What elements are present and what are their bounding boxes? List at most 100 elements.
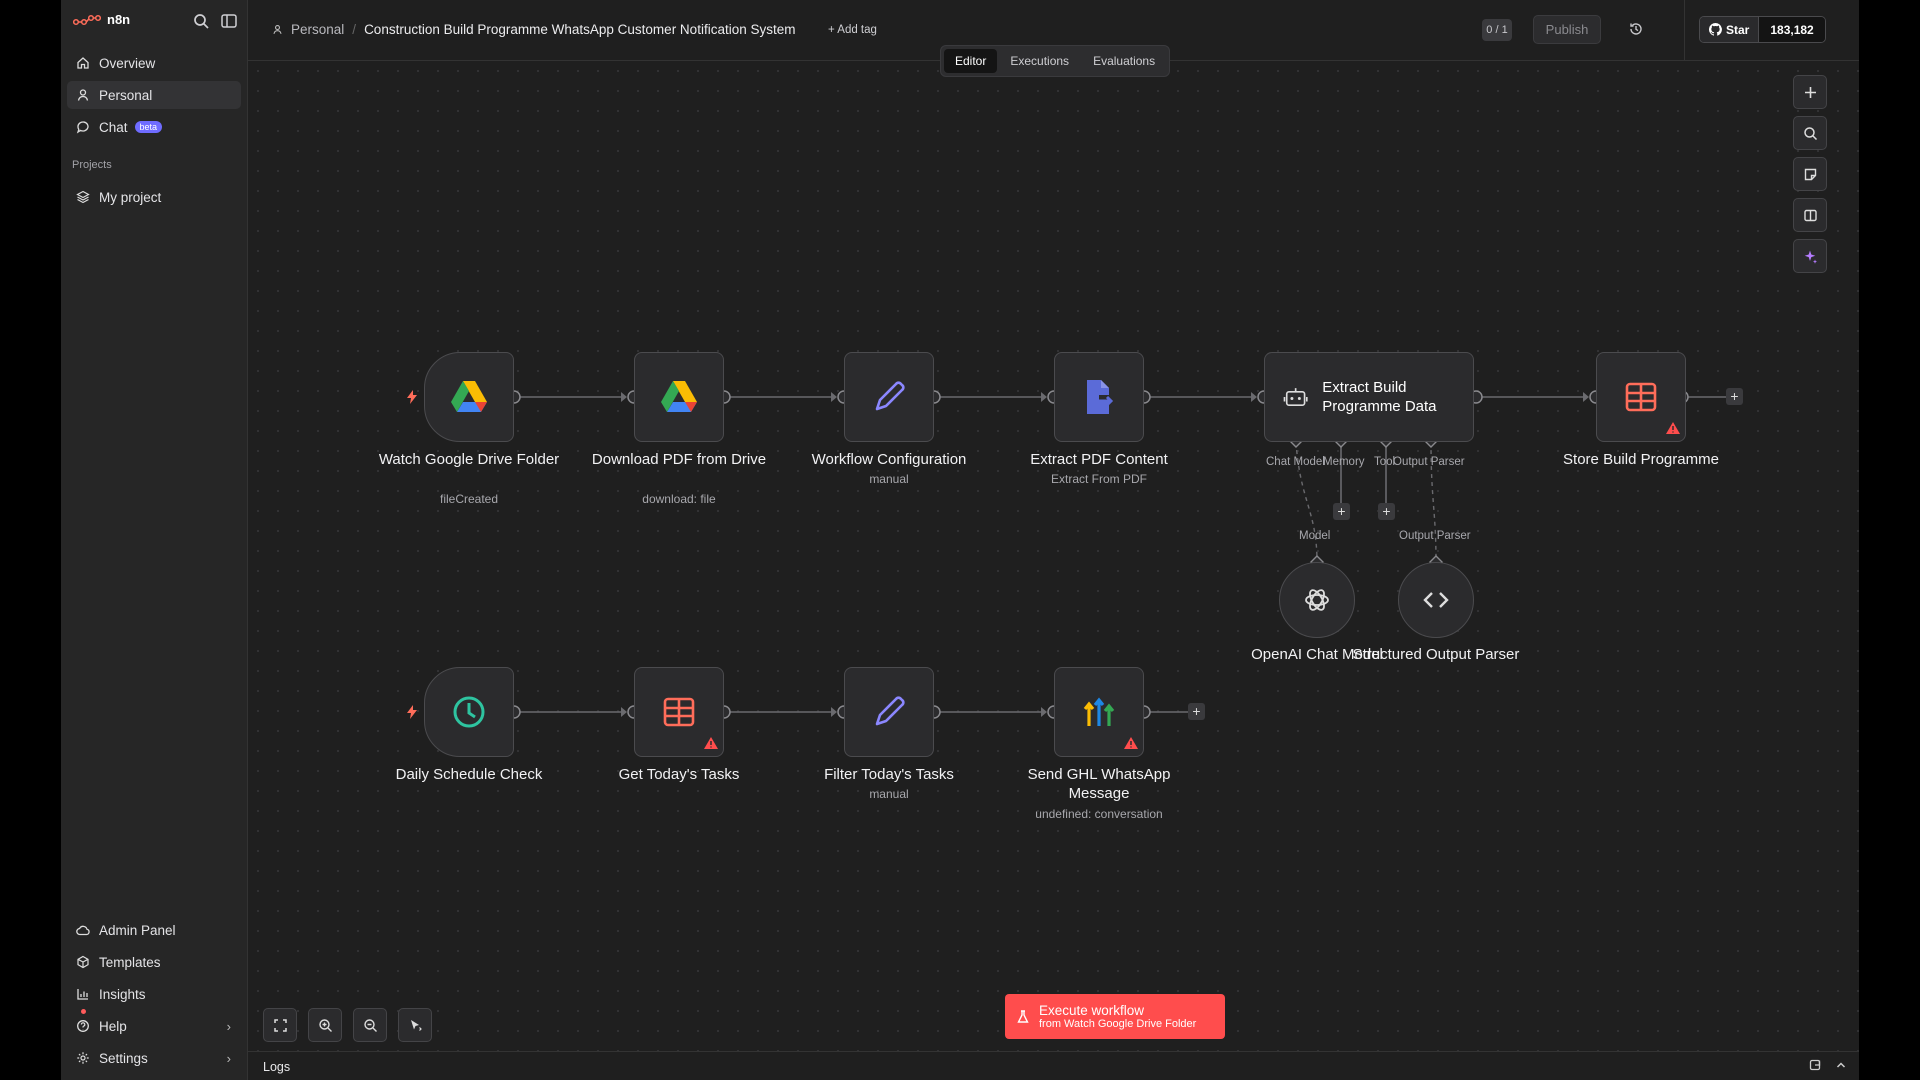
user-icon xyxy=(77,89,89,101)
add-node-panel-button[interactable] xyxy=(1793,75,1827,109)
sidebar-toggle-icon[interactable] xyxy=(220,12,238,30)
publish-button[interactable]: Publish xyxy=(1533,15,1601,44)
ai-assistant-button[interactable] xyxy=(1793,239,1827,273)
node-filter-todays-tasks[interactable] xyxy=(844,667,934,757)
chevron-right-icon: › xyxy=(226,1050,231,1066)
github-star-widget[interactable]: Star 183,182 xyxy=(1699,16,1826,43)
view-tabs: Editor Executions Evaluations xyxy=(940,45,1171,77)
workflow-name[interactable]: Construction Build Programme WhatsApp Cu… xyxy=(364,22,795,37)
sidebar-item-help[interactable]: Help › xyxy=(67,1009,241,1040)
code-icon xyxy=(1423,592,1449,608)
node-download-pdf[interactable] xyxy=(634,352,724,442)
github-star-label: Star xyxy=(1726,22,1750,37)
node-label: Store Build Programme xyxy=(1563,451,1719,468)
add-memory-button[interactable]: + xyxy=(1333,503,1350,520)
node-structured-output-parser[interactable] xyxy=(1398,562,1474,638)
node-daily-schedule[interactable] xyxy=(424,667,514,757)
sidebar-item-overview[interactable]: Overview xyxy=(67,49,241,77)
node-subtitle: manual xyxy=(869,787,909,801)
projects-heading: Projects xyxy=(72,159,112,171)
search-icon[interactable] xyxy=(192,12,210,30)
sidebar-item-personal[interactable]: Personal xyxy=(67,81,241,109)
node-subtitle: download: file xyxy=(642,492,716,506)
node-label: Download PDF from Drive xyxy=(591,451,767,468)
add-node-button[interactable]: + xyxy=(1188,703,1205,720)
node-label: Send GHL WhatsApp Message xyxy=(1027,766,1171,802)
canvas-right-toolbar xyxy=(1793,75,1827,273)
ghl-icon xyxy=(1083,697,1115,726)
history-icon[interactable] xyxy=(1628,21,1644,37)
zoom-out-button[interactable] xyxy=(353,1008,387,1042)
node-watch-google-drive[interactable] xyxy=(424,352,514,442)
sidebar-item-settings[interactable]: Settings › xyxy=(67,1044,241,1072)
user-icon xyxy=(273,25,282,34)
arrow-head xyxy=(621,707,627,717)
node-label: Workflow Configuration xyxy=(811,451,967,468)
header-divider xyxy=(1684,0,1685,60)
n8n-logo[interactable]: n8n xyxy=(73,12,130,27)
node-store-build-programme[interactable] xyxy=(1596,352,1686,442)
sidebar-item-chat[interactable]: Chat beta xyxy=(67,113,241,141)
zoom-in-icon xyxy=(318,1018,332,1032)
node-send-ghl-whatsapp[interactable] xyxy=(1054,667,1144,757)
workflow-canvas[interactable]: Watch Google Drive Folder fileCreated Do… xyxy=(248,61,1859,1051)
node-openai-chat-model[interactable] xyxy=(1279,562,1355,638)
tab-executions[interactable]: Executions xyxy=(999,49,1080,73)
trigger-bolt-icon xyxy=(407,390,417,404)
sticky-note-button[interactable] xyxy=(1793,157,1827,191)
arrow-head xyxy=(1251,392,1257,402)
app-window: n8n Overview Personal Chat beta Projects… xyxy=(61,0,1859,1080)
sparkle-icon xyxy=(1804,250,1817,264)
plus-icon xyxy=(1804,86,1816,98)
breadcrumb-project[interactable]: Personal xyxy=(291,22,344,37)
tab-evaluations[interactable]: Evaluations xyxy=(1082,49,1166,73)
slot-label-output-parser: Output Parser xyxy=(1399,530,1471,542)
google-drive-icon xyxy=(661,381,697,412)
popout-icon[interactable] xyxy=(1809,1059,1821,1071)
node-workflow-configuration[interactable] xyxy=(844,352,934,442)
github-star-button[interactable]: Star xyxy=(1700,17,1760,42)
fit-view-button[interactable] xyxy=(263,1008,297,1042)
node-label: Get Today's Tasks xyxy=(618,766,740,783)
clock-icon xyxy=(453,696,485,728)
sidebar-item-templates[interactable]: Templates xyxy=(67,948,241,976)
chart-icon xyxy=(77,989,88,1000)
breadcrumb: Personal / Construction Build Programme … xyxy=(272,22,795,37)
node-label: Watch Google Drive Folder xyxy=(378,451,560,468)
node-extract-build-programme[interactable]: Extract Build Programme Data xyxy=(1264,352,1474,442)
arrow-head xyxy=(1041,707,1047,717)
add-node-button[interactable]: + xyxy=(1726,388,1743,405)
file-export-icon xyxy=(1087,380,1114,414)
arrow-head xyxy=(1041,392,1047,402)
zoom-in-button[interactable] xyxy=(308,1008,342,1042)
canvas-zoom-toolbar xyxy=(263,1008,432,1042)
zoom-out-icon xyxy=(363,1018,377,1032)
slot-label-chat-model: Chat Model xyxy=(1266,456,1325,468)
node-get-todays-tasks[interactable] xyxy=(634,667,724,757)
arrow-head xyxy=(1583,392,1589,402)
help-icon xyxy=(77,1020,89,1032)
tab-editor[interactable]: Editor xyxy=(944,49,998,73)
cloud-icon xyxy=(76,925,90,936)
node-extract-pdf-content[interactable] xyxy=(1054,352,1144,442)
sidebar-item-admin-panel[interactable]: Admin Panel xyxy=(67,916,241,944)
tidy-up-button[interactable] xyxy=(398,1008,432,1042)
add-tag-button[interactable]: + Add tag xyxy=(828,24,877,36)
panel-icon xyxy=(1803,209,1817,221)
sidebar-item-my-project[interactable]: My project xyxy=(67,183,241,211)
brand-name: n8n xyxy=(107,12,131,27)
add-tool-button[interactable]: + xyxy=(1378,503,1395,520)
pencil-icon xyxy=(875,381,905,411)
toggle-panel-button[interactable] xyxy=(1793,198,1827,232)
slot-label-model: Model xyxy=(1299,530,1331,542)
arrow-head xyxy=(831,707,837,717)
slot-label-memory: Memory xyxy=(1323,456,1365,468)
execute-workflow-button[interactable]: Execute workflow from Watch Google Drive… xyxy=(1005,994,1225,1039)
sidebar-item-label: Admin Panel xyxy=(99,922,176,938)
chevron-up-icon[interactable] xyxy=(1835,1059,1847,1071)
sidebar-item-insights[interactable]: Insights xyxy=(67,980,241,1008)
node-subtitle: manual xyxy=(869,472,909,486)
logs-panel-bar[interactable]: Logs xyxy=(248,1051,1859,1080)
sidebar-item-label: Overview xyxy=(99,55,156,71)
search-nodes-button[interactable] xyxy=(1793,116,1827,150)
